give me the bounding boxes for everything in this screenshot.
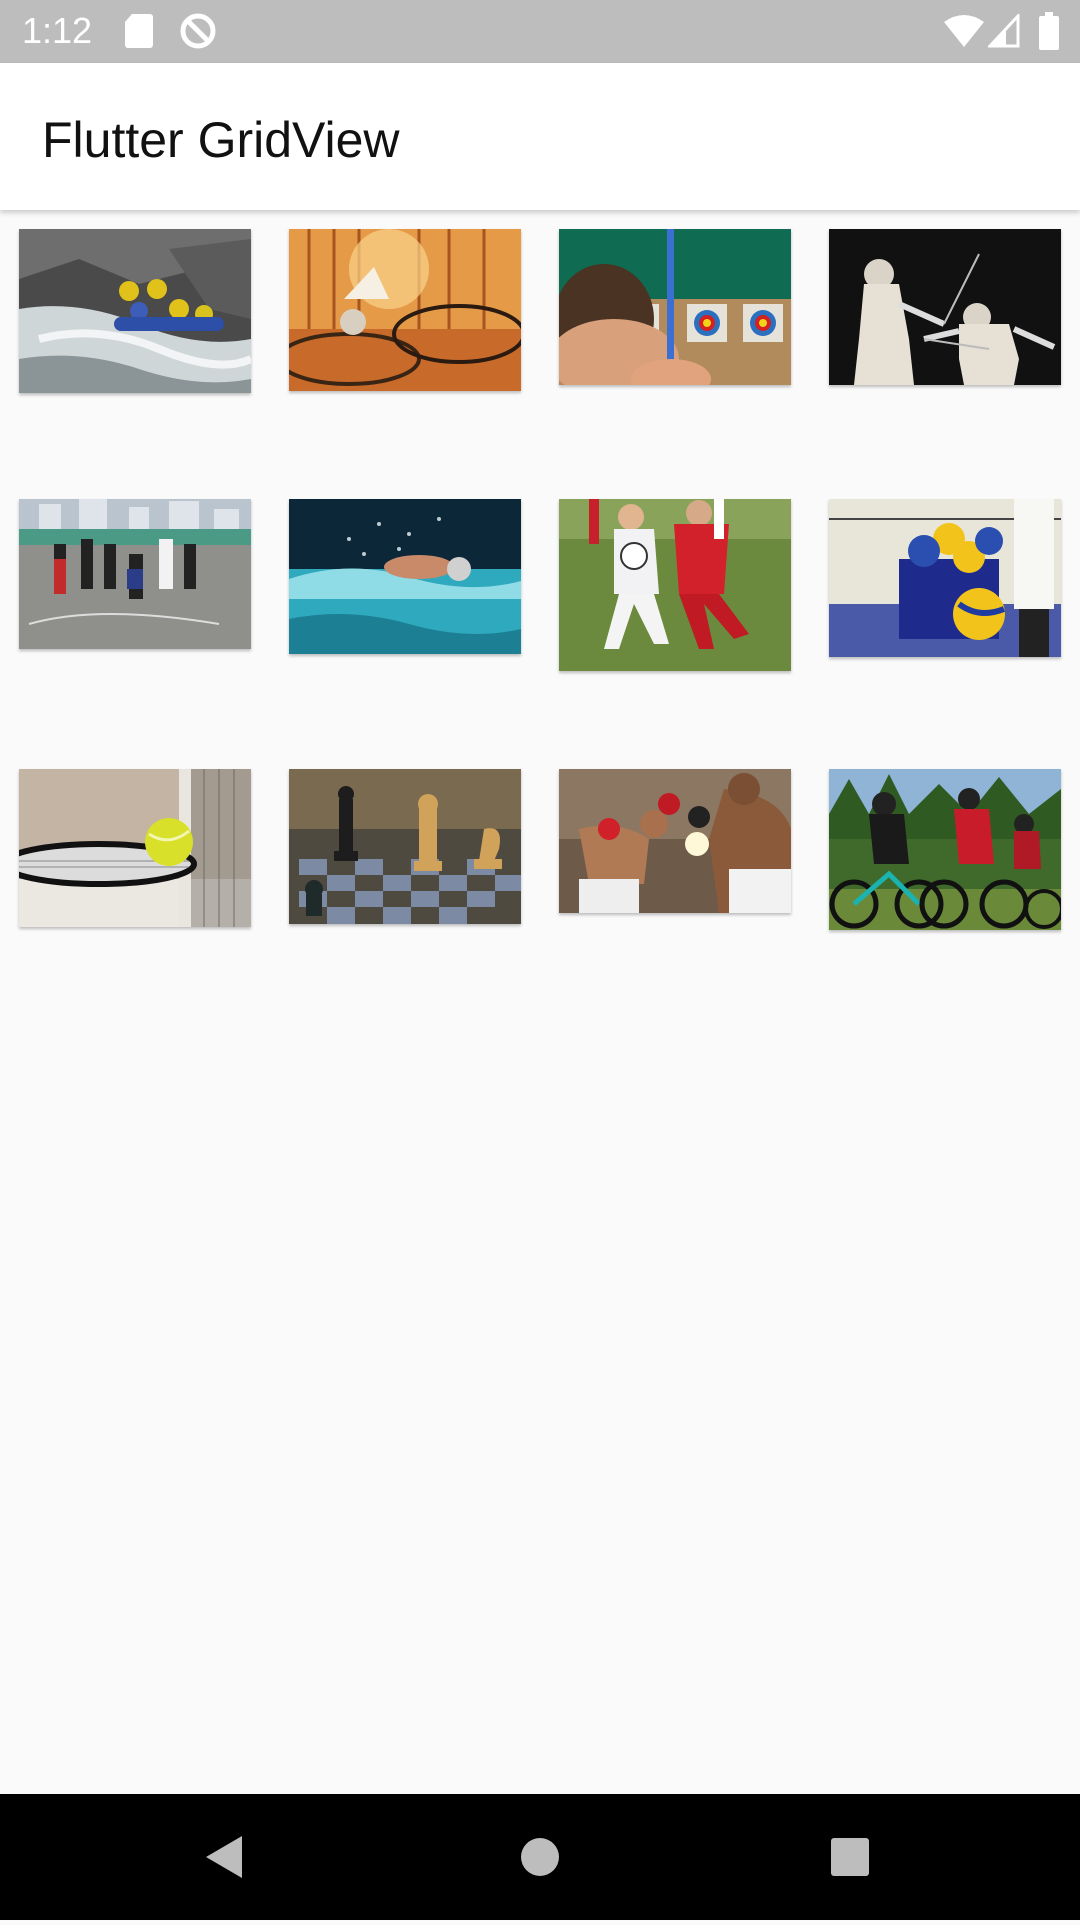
chess-image[interactable] (289, 769, 521, 924)
basketball-image[interactable] (19, 499, 251, 649)
wifi-icon (944, 14, 984, 53)
swimming-image[interactable] (289, 499, 521, 654)
navigation-bar (0, 1794, 1080, 1920)
home-icon (521, 1838, 559, 1876)
app-bar: Flutter GridView (0, 63, 1080, 210)
tennis-image[interactable] (19, 769, 251, 927)
sd-card-icon (124, 12, 154, 55)
recents-button[interactable] (814, 1794, 886, 1920)
boxing-image[interactable] (559, 769, 791, 913)
rafting-image[interactable] (19, 229, 251, 393)
data-saver-icon (178, 11, 218, 56)
fencing-image[interactable] (829, 229, 1061, 385)
archery-image[interactable] (559, 229, 791, 385)
page-title: Flutter GridView (42, 112, 400, 168)
home-button[interactable] (504, 1794, 576, 1920)
cell-signal-icon (986, 12, 1020, 53)
volleyball-image[interactable] (829, 499, 1061, 657)
battery-icon (1038, 12, 1060, 55)
cycling-image[interactable] (829, 769, 1061, 930)
badminton-image[interactable] (289, 229, 521, 391)
recents-icon (831, 1838, 869, 1876)
status-time: 1:12 (22, 10, 93, 51)
back-icon (206, 1836, 242, 1878)
status-bar: 1:12 (0, 0, 1080, 63)
back-button[interactable] (190, 1794, 262, 1920)
football-image[interactable] (559, 499, 791, 671)
